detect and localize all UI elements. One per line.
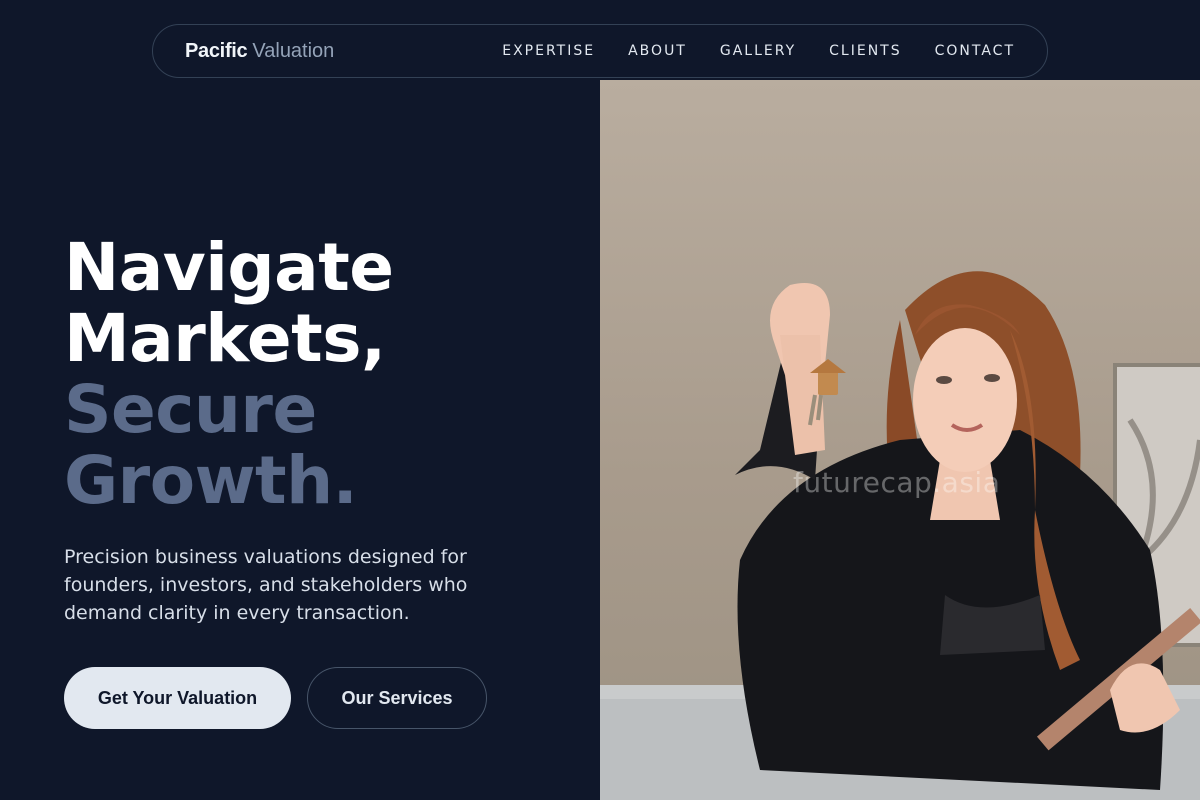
hero-headline: Navigate Markets, Secure Growth. bbox=[64, 232, 394, 516]
headline-line-2: Markets, bbox=[64, 300, 386, 377]
watermark-text: futurecap.asia bbox=[793, 466, 1001, 499]
top-navigation: Pacific Valuation EXPERTISE ABOUT GALLERY… bbox=[152, 24, 1048, 78]
brand-logo[interactable]: Pacific Valuation bbox=[185, 40, 334, 63]
hero-subtext: Precision business valuations designed f… bbox=[64, 546, 468, 624]
nav-link-about[interactable]: ABOUT bbox=[628, 43, 687, 59]
brand-name-light: Valuation bbox=[252, 39, 335, 62]
nav-links: EXPERTISE ABOUT GALLERY CLIENTS CONTACT bbox=[502, 43, 1015, 59]
brand-name-bold: Pacific bbox=[185, 39, 248, 62]
hero-photo: futurecap.asia bbox=[600, 80, 1200, 800]
woman-with-keys-illustration bbox=[600, 271, 1200, 800]
nav-link-contact[interactable]: CONTACT bbox=[935, 43, 1015, 59]
nav-link-clients[interactable]: CLIENTS bbox=[829, 43, 901, 59]
headline-line-3: Secure bbox=[64, 371, 317, 448]
our-services-button[interactable]: Our Services bbox=[307, 667, 487, 729]
headline-line-4: Growth. bbox=[64, 442, 358, 519]
headline-line-1: Navigate bbox=[64, 229, 394, 306]
get-valuation-button[interactable]: Get Your Valuation bbox=[64, 667, 291, 729]
nav-link-expertise[interactable]: EXPERTISE bbox=[502, 43, 595, 59]
nav-link-gallery[interactable]: GALLERY bbox=[720, 43, 796, 59]
